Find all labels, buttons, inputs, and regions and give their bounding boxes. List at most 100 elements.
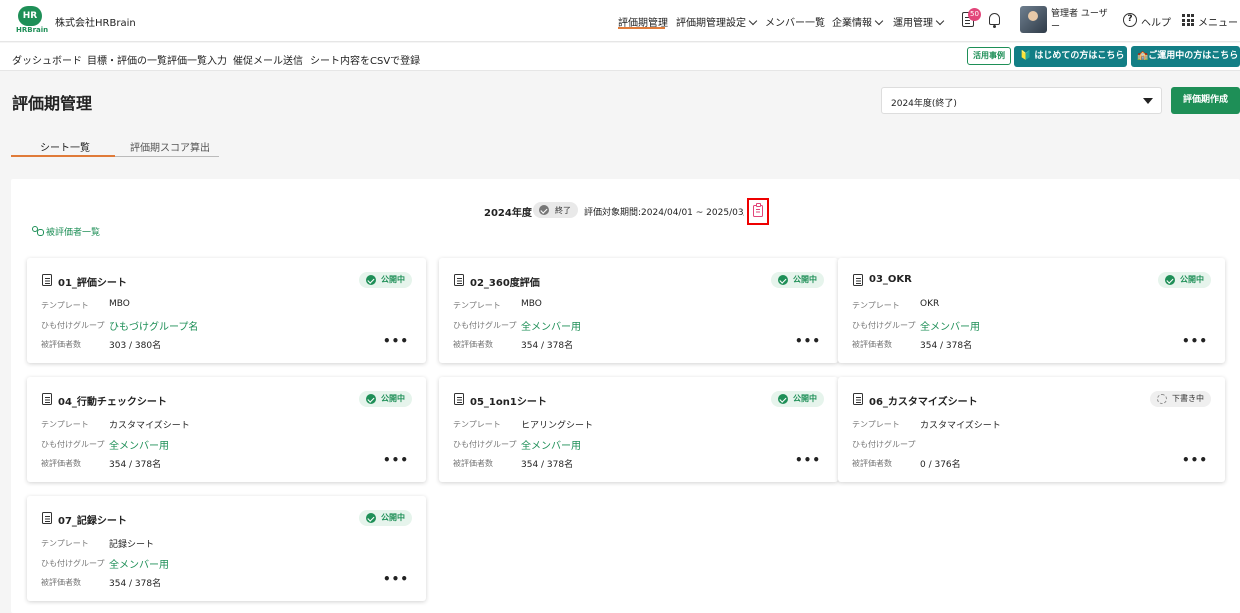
chevron-down-icon: [748, 16, 758, 26]
more-options-icon[interactable]: •••: [1182, 453, 1208, 467]
count-value: 354 / 378名: [920, 341, 973, 351]
sheet-title[interactable]: 02_360度評価: [470, 274, 540, 289]
more-options-icon[interactable]: •••: [383, 572, 409, 586]
count-label: 被評価者数: [41, 459, 81, 468]
sheet-title[interactable]: 06_カスタマイズシート: [869, 393, 978, 408]
template-label: テンプレート: [41, 301, 89, 310]
tab-divider: [115, 156, 219, 157]
sheet-title[interactable]: 07_記録シート: [58, 512, 127, 527]
subnav-dashboard[interactable]: ダッシュボード: [12, 52, 82, 67]
sheet-card[interactable]: 03_OKR 公開中 テンプレート OKR ひも付けグループ 全メンバー用 被評…: [838, 258, 1225, 363]
status-badge: 公開中: [771, 272, 824, 288]
more-options-icon[interactable]: •••: [795, 334, 821, 348]
sheet-card[interactable]: 07_記録シート 公開中 テンプレート 記録シート ひも付けグループ 全メンバー…: [27, 496, 426, 601]
group-label: ひも付けグループ: [41, 559, 105, 568]
template-label: テンプレート: [852, 301, 900, 310]
check-circle-icon: [366, 513, 376, 523]
template-value: ヒアリングシート: [521, 421, 594, 431]
group-link[interactable]: ひもづけグループ名: [109, 318, 198, 333]
check-circle-icon: [1165, 275, 1175, 285]
dashed-circle-icon: [1157, 394, 1167, 404]
subnav-evaluation-input[interactable]: 評価一覧入力: [167, 52, 227, 67]
count-label: 被評価者数: [852, 340, 892, 349]
document-icon: [42, 512, 52, 524]
grid-menu-icon[interactable]: [1182, 14, 1194, 26]
case-study-button[interactable]: 活用事例: [967, 47, 1011, 65]
help-icon[interactable]: ?: [1123, 13, 1137, 27]
template-value: MBO: [521, 299, 542, 309]
create-period-button[interactable]: 評価期作成: [1171, 87, 1240, 114]
subnav-goal-evaluation-list[interactable]: 目標・評価の一覧: [87, 52, 167, 67]
people-icon: [32, 226, 44, 236]
template-label: テンプレート: [453, 420, 501, 429]
check-circle-icon: [778, 275, 788, 285]
status-badge: 下書き中: [1150, 391, 1211, 407]
nav-member-list[interactable]: メンバー一覧: [765, 14, 825, 29]
sheet-card[interactable]: 02_360度評価 公開中 テンプレート MBO ひも付けグループ 全メンバー用…: [439, 258, 838, 363]
count-label: 被評価者数: [41, 578, 81, 587]
help-link[interactable]: ヘルプ: [1141, 14, 1171, 29]
fiscal-year-select[interactable]: 2024年度(終了): [881, 87, 1162, 114]
more-options-icon[interactable]: •••: [383, 453, 409, 467]
template-label: テンプレート: [41, 539, 89, 548]
more-options-icon[interactable]: •••: [795, 453, 821, 467]
avatar[interactable]: [1020, 6, 1047, 33]
count-label: 被評価者数: [453, 459, 493, 468]
more-options-icon[interactable]: •••: [1182, 334, 1208, 348]
document-icon: [853, 274, 863, 286]
document-icon: [454, 393, 464, 405]
count-value: 0 / 376名: [920, 460, 961, 470]
status-badge: 公開中: [771, 391, 824, 407]
group-link[interactable]: 全メンバー用: [920, 318, 980, 333]
group-link[interactable]: 全メンバー用: [521, 437, 581, 452]
count-value: 354 / 378名: [109, 460, 162, 470]
document-icon: [454, 274, 464, 286]
sheet-card[interactable]: 06_カスタマイズシート 下書き中 テンプレート カスタマイズシート ひも付けグ…: [838, 377, 1225, 482]
sheet-card[interactable]: 01_評価シート 公開中 テンプレート MBO ひも付けグループ ひもづけグルー…: [27, 258, 426, 363]
sheet-card[interactable]: 05_1on1シート 公開中 テンプレート ヒアリングシート ひも付けグループ …: [439, 377, 838, 482]
tab-sheet-list[interactable]: シート一覧: [40, 139, 90, 154]
group-label: ひも付けグループ: [852, 321, 916, 330]
check-circle-icon: [366, 275, 376, 285]
status-badge: 公開中: [1158, 272, 1211, 288]
menu-link[interactable]: メニュー: [1198, 14, 1238, 29]
sheet-title[interactable]: 01_評価シート: [58, 274, 127, 289]
period-status-badge: 終了: [533, 202, 578, 218]
count-label: 被評価者数: [41, 340, 81, 349]
group-label: ひも付けグループ: [852, 440, 916, 449]
in-use-guide-button[interactable]: 🏫ご運用中の方はこちら: [1131, 46, 1240, 67]
count-value: 354 / 378名: [521, 460, 574, 470]
hrbrain-logo[interactable]: HR HRBrain: [16, 6, 48, 34]
template-label: テンプレート: [41, 420, 89, 429]
group-link[interactable]: 全メンバー用: [109, 437, 169, 452]
sheet-title[interactable]: 04_行動チェックシート: [58, 393, 167, 408]
bell-icon[interactable]: [989, 13, 1000, 28]
evaluatee-list-link[interactable]: 被評価者一覧: [32, 225, 100, 238]
group-link[interactable]: 全メンバー用: [521, 318, 581, 333]
more-options-icon[interactable]: •••: [383, 334, 409, 348]
fiscal-year-value: 2024年度(終了): [891, 99, 957, 109]
subnav-csv-import[interactable]: シート内容をCSVで登録: [310, 52, 420, 67]
document-icon: [42, 393, 52, 405]
period-year: 2024年度: [484, 208, 532, 219]
sheet-title[interactable]: 05_1on1シート: [470, 393, 547, 408]
tab-score-calculation[interactable]: 評価期スコア算出: [130, 139, 210, 154]
tab-active-indicator: [11, 155, 115, 157]
highlight-box: [747, 198, 769, 225]
chevron-down-icon: [935, 16, 945, 26]
template-value: MBO: [109, 299, 130, 309]
group-label: ひも付けグループ: [41, 440, 105, 449]
group-link[interactable]: 全メンバー用: [109, 556, 169, 571]
count-value: 354 / 378名: [109, 579, 162, 589]
check-circle-icon: [778, 394, 788, 404]
nav-evaluation-settings[interactable]: 評価期管理設定: [676, 14, 758, 29]
user-name[interactable]: 管理者 ユーザー: [1051, 8, 1109, 34]
page-title: 評価期管理: [12, 94, 93, 113]
nav-operation[interactable]: 運用管理: [893, 14, 945, 29]
nav-company-info[interactable]: 企業情報: [832, 14, 884, 29]
sheet-card[interactable]: 04_行動チェックシート 公開中 テンプレート カスタマイズシート ひも付けグル…: [27, 377, 426, 482]
caret-down-icon: [1143, 98, 1153, 104]
subnav-reminder-mail[interactable]: 催促メール送信: [233, 52, 303, 67]
sheet-title[interactable]: 03_OKR: [869, 274, 912, 285]
first-time-guide-button[interactable]: 🔰 はじめての方はこちら: [1014, 46, 1127, 67]
